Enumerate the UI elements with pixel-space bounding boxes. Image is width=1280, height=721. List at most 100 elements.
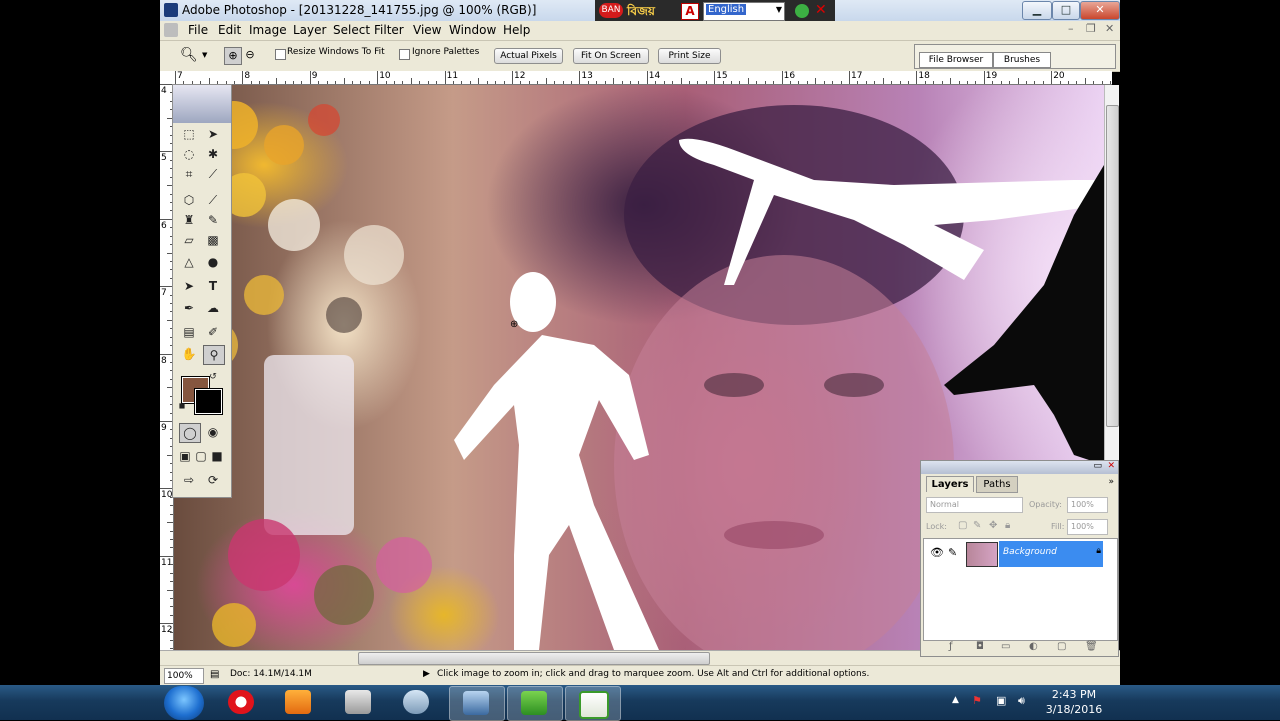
network-icon[interactable]: ▣ [996, 694, 1006, 707]
menu-edit[interactable]: Edit [218, 23, 241, 37]
brush-tool-icon[interactable]: ⟋ [203, 191, 223, 209]
zoom-out-icon[interactable]: ⊖ [242, 47, 258, 63]
menu-view[interactable]: View [413, 23, 441, 37]
palette-menu-icon[interactable]: » [1108, 477, 1114, 487]
full-screen-mode-icon[interactable]: ■ [209, 447, 225, 465]
print-size-button[interactable]: Print Size [658, 48, 721, 64]
delete-layer-icon[interactable]: 🗑︎ [1085, 641, 1098, 652]
gradient-tool-icon[interactable]: ▩ [203, 231, 223, 249]
move-tool-icon[interactable]: ➤ [203, 125, 223, 143]
slice-tool-icon[interactable]: ⟋ [203, 165, 223, 183]
menu-filter[interactable]: Filter [374, 23, 404, 37]
taskbar-screenshot[interactable] [390, 686, 444, 719]
show-hidden-icons-icon[interactable]: ▲ [952, 695, 959, 705]
history-brush-tool-icon[interactable]: ✎ [203, 211, 223, 229]
brushes-tab[interactable]: Brushes [993, 52, 1051, 68]
swap-colors-icon[interactable]: ↺ [207, 371, 219, 383]
menu-select[interactable]: Select [333, 23, 370, 37]
bengali-keyboard-widget[interactable]: BAN বিজয় A English ▼ ✕ [595, 0, 835, 22]
file-browser-tab[interactable]: File Browser [919, 52, 993, 68]
document-info-icon[interactable]: ▤ [210, 669, 219, 680]
crop-tool-icon[interactable]: ⌗ [179, 165, 199, 183]
minimize-button[interactable]: ▁ [1022, 1, 1052, 20]
path-select-tool-icon[interactable]: ➤ [179, 277, 199, 295]
clone-stamp-tool-icon[interactable]: ♜ [179, 211, 199, 229]
volume-icon[interactable]: 🔊︎ [1018, 694, 1025, 708]
healing-brush-tool-icon[interactable]: ⬡ [179, 191, 199, 209]
quick-mask-mode-icon[interactable]: ◉ [203, 423, 223, 441]
layers-tab[interactable]: Layers [926, 476, 974, 492]
layer-style-icon[interactable]: ƒ [949, 641, 953, 652]
horizontal-scrollbar[interactable] [358, 652, 710, 665]
paths-tab[interactable]: Paths [976, 476, 1018, 493]
custom-shape-tool-icon[interactable]: ☁ [203, 299, 223, 317]
acrobat-icon[interactable]: A [681, 3, 699, 20]
menu-help[interactable]: Help [503, 23, 530, 37]
maximize-button[interactable]: □ [1052, 1, 1080, 20]
lock-move-icon[interactable]: ✥ [989, 520, 997, 531]
type-tool-icon[interactable]: T [203, 277, 223, 295]
eyedropper-tool-icon[interactable]: ✐ [203, 323, 223, 341]
zoom-level-field[interactable]: 100% [164, 668, 204, 684]
menu-layer[interactable]: Layer [293, 23, 326, 37]
standard-screen-mode-icon[interactable]: ▣ [177, 447, 193, 465]
blend-mode-select[interactable]: Normal [926, 497, 1023, 513]
menu-image[interactable]: Image [249, 23, 287, 37]
layer-row-background[interactable]: Background 🔒︎ [999, 541, 1103, 567]
eraser-tool-icon[interactable]: ▱ [179, 231, 199, 249]
toolbox-header-logo[interactable] [173, 85, 231, 123]
fit-on-screen-button[interactable]: Fit On Screen [573, 48, 649, 64]
hand-tool-icon[interactable]: ✋ [179, 345, 199, 363]
opacity-field[interactable]: 100% [1067, 497, 1108, 513]
full-screen-menu-mode-icon[interactable]: ▢ [193, 447, 209, 465]
zoom-tool-selected-icon[interactable]: ⚲ [203, 345, 225, 365]
layer-mask-icon[interactable]: ◘ [976, 641, 984, 652]
pen-tool-icon[interactable]: ✒ [179, 299, 199, 317]
close-button[interactable]: ✕ [1080, 1, 1120, 20]
document-icon[interactable] [164, 23, 178, 37]
marquee-tool-icon[interactable]: ⬚ [179, 125, 199, 143]
magic-wand-tool-icon[interactable]: ✱ [203, 145, 223, 163]
taskbar-opera[interactable] [215, 686, 269, 719]
start-button[interactable] [164, 686, 204, 720]
taskbar-media-player[interactable] [272, 686, 326, 719]
taskbar-photoshop[interactable] [449, 686, 505, 721]
layers-palette-titlebar[interactable]: ▭ ✕ [921, 461, 1118, 474]
actual-pixels-button[interactable]: Actual Pixels [494, 48, 563, 64]
action-center-flag-icon[interactable]: ⚑ [972, 694, 982, 707]
new-layer-icon[interactable]: ▢ [1057, 641, 1066, 652]
zoom-tool-icon[interactable]: 🔍︎ [180, 47, 198, 63]
adjustment-layer-icon[interactable]: ◐ [1029, 641, 1038, 652]
green-circle-icon[interactable] [795, 4, 809, 18]
imageready-icon[interactable]: ⟳ [203, 471, 223, 489]
fill-field[interactable]: 100% [1067, 519, 1108, 535]
dodge-tool-icon[interactable]: ● [203, 253, 223, 271]
taskbar-camtasia-recorder[interactable] [565, 686, 621, 721]
lock-paint-icon[interactable]: ✎ [973, 520, 981, 531]
vertical-scroll-thumb[interactable] [1106, 105, 1119, 427]
resize-windows-checkbox[interactable] [275, 49, 286, 60]
lock-all-icon[interactable]: 🔒︎ [1005, 520, 1010, 531]
zoom-in-icon[interactable]: ⊕ [224, 47, 242, 65]
visibility-eye-icon[interactable]: 👁︎ [930, 546, 944, 559]
new-set-icon[interactable]: ▭ [1001, 641, 1010, 652]
doc-restore-button[interactable]: ❐ [1086, 22, 1096, 35]
palette-minimize-icon[interactable]: ▭ [1093, 461, 1102, 471]
palette-close-icon[interactable]: ✕ [1107, 461, 1115, 471]
default-colors-icon[interactable]: ◼ [177, 401, 187, 411]
lasso-tool-icon[interactable]: ◌ [179, 145, 199, 163]
layer-thumbnail[interactable] [966, 542, 998, 567]
language-select[interactable]: English ▼ [703, 2, 785, 21]
status-arrow-icon[interactable]: ▶ [423, 669, 430, 679]
doc-minimize-button[interactable]: – [1068, 22, 1074, 35]
ignore-palettes-checkbox[interactable] [399, 49, 410, 60]
layer-link-brush-icon[interactable]: ✎ [948, 546, 957, 559]
chevron-down-icon[interactable]: ▼ [202, 51, 207, 59]
blur-tool-icon[interactable]: △ [179, 253, 199, 271]
background-color-swatch[interactable] [194, 388, 223, 415]
notes-tool-icon[interactable]: ▤ [179, 323, 199, 341]
taskbar-mpc[interactable] [332, 686, 386, 719]
red-close-icon[interactable]: ✕ [815, 2, 827, 18]
menu-file[interactable]: File [188, 23, 208, 37]
system-clock[interactable]: 2:43 PM 3/18/2016 [1040, 687, 1108, 717]
